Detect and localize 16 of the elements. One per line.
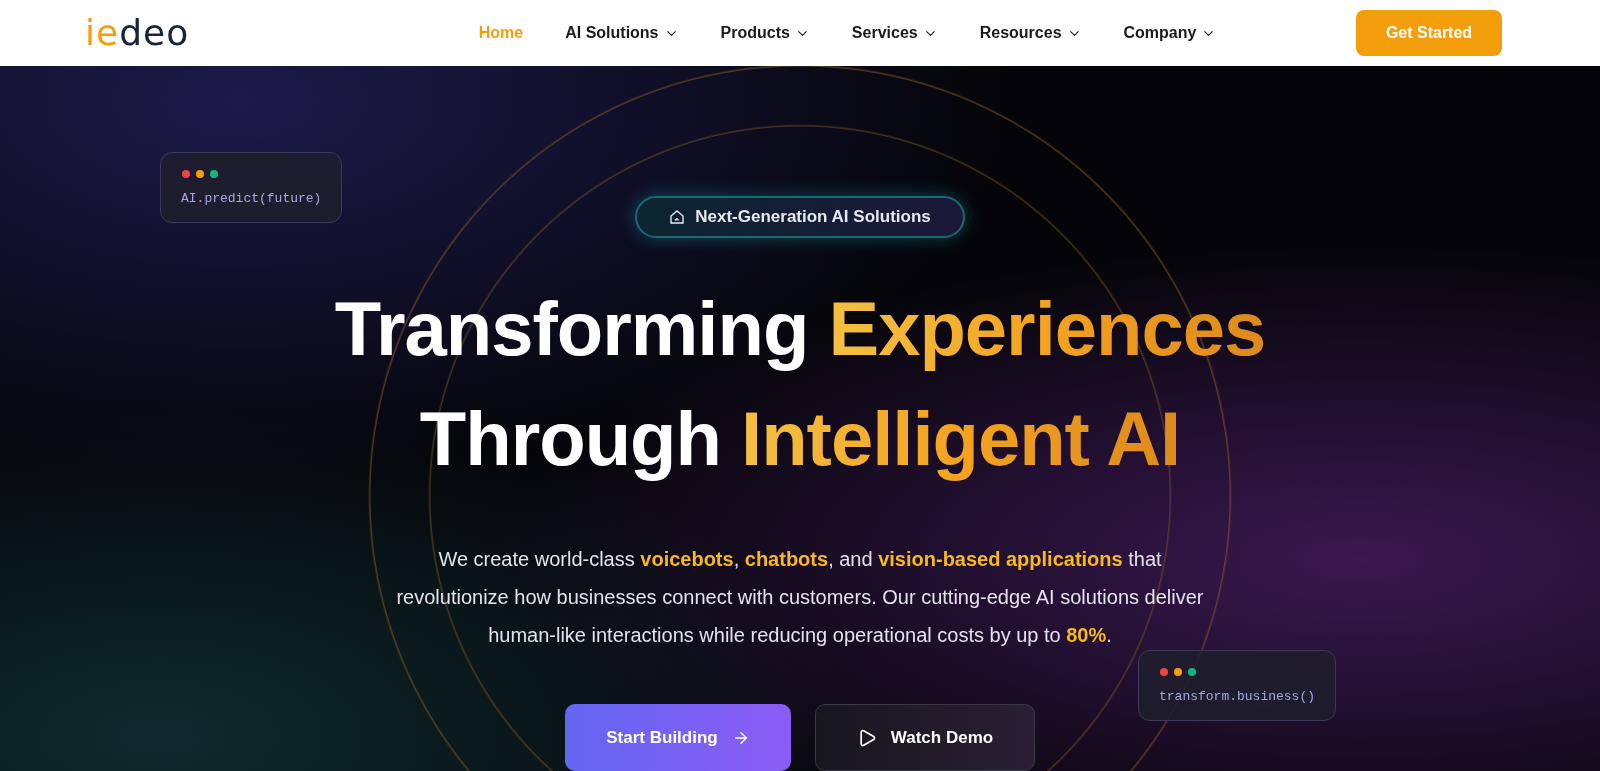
badge-label: Next-Generation AI Solutions [695,207,931,227]
window-dots-icon [1159,667,1199,677]
nav-link[interactable]: Products [720,24,810,42]
nav-link[interactable]: Resources [979,24,1082,42]
nav-link[interactable]: Company [1123,24,1217,42]
headline: Transforming Experiences Through Intelligent AI [334,285,1266,483]
intro-paragraph: We create world-class voicebots, chatbots, and vision-based applications that revolutionize how businesses connect with customers. Our cutting-edge AI solutions deliver human-like interactions while reducing operational costs by up to 80%. [395,547,1205,648]
window-dots-icon [181,169,221,179]
start-building-button[interactable]: Start Building [565,704,791,771]
home-icon [669,209,686,225]
nav-link[interactable]: AI Solutions [565,24,679,42]
logo[interactable]: iedeo [85,15,190,51]
nav-link[interactable]: Services [851,24,938,42]
code-snippet: AI.predict(future) [181,191,322,206]
code-snippet: transform.business() [1159,689,1316,704]
watch-demo-button[interactable]: Watch Demo [815,704,1035,771]
